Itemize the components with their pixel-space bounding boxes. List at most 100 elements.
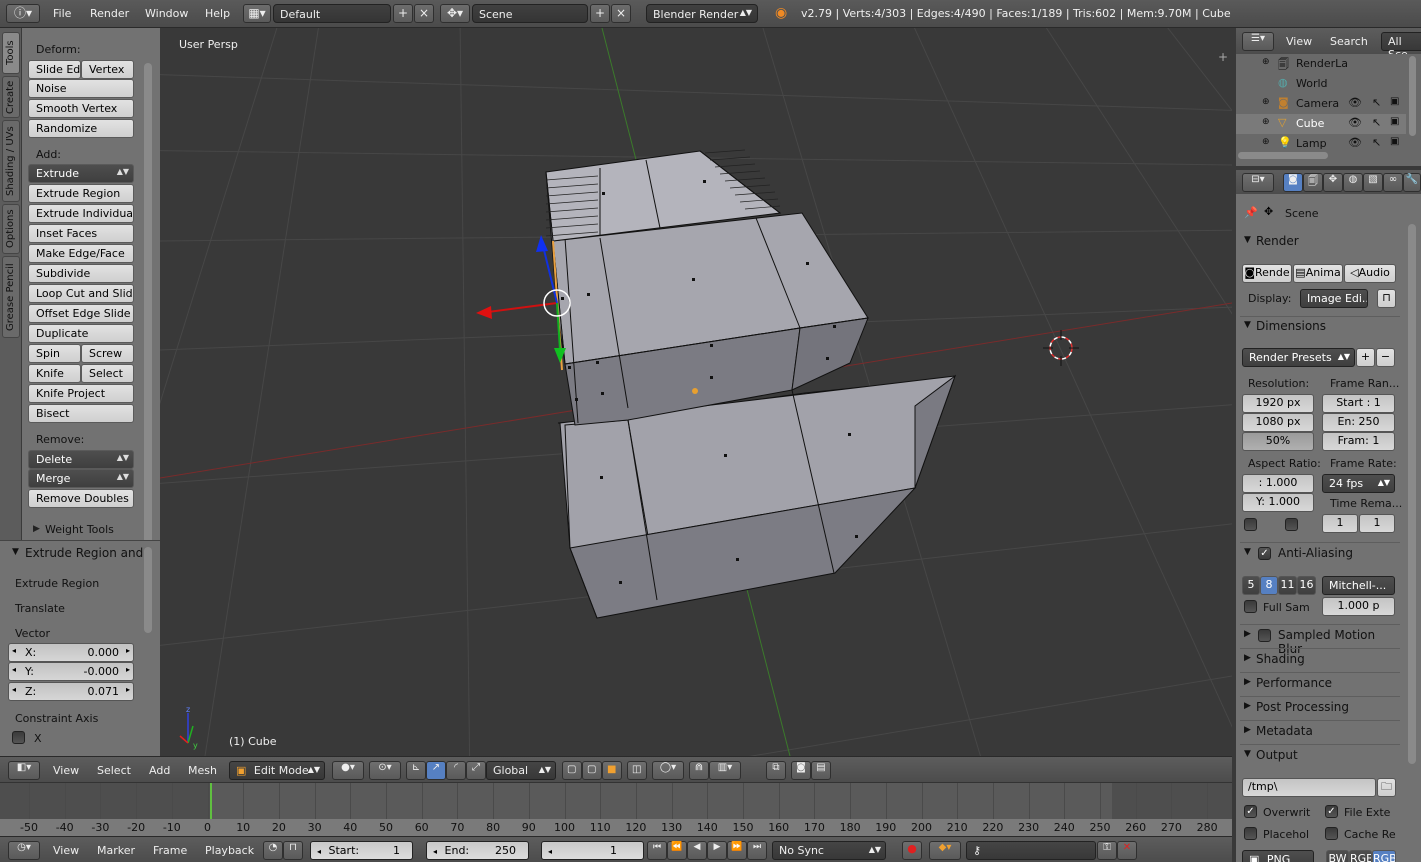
menu-frame[interactable]: Frame bbox=[153, 844, 187, 857]
face-select-mode-button[interactable]: ■ bbox=[602, 761, 622, 780]
weight-tools-panel[interactable]: Weight Tools bbox=[45, 523, 114, 536]
editor-type-button[interactable]: ◷▾ bbox=[8, 841, 40, 860]
render-panel-header[interactable]: ▼ Render bbox=[1240, 231, 1398, 253]
region-plus-icon[interactable]: + bbox=[1218, 50, 1228, 64]
randomize-button[interactable]: Randomize bbox=[28, 119, 134, 138]
menu-render[interactable]: Render bbox=[90, 7, 129, 20]
menu-window[interactable]: Window bbox=[145, 7, 188, 20]
browse-folder-button[interactable]: 🗀 bbox=[1377, 778, 1396, 797]
expand-icon[interactable]: ⊕ bbox=[1262, 97, 1270, 107]
outliner-row-world[interactable]: ◍ World bbox=[1236, 74, 1406, 94]
menu-playback[interactable]: Playback bbox=[205, 844, 254, 857]
timeline-editor[interactable]: -50 -40 -30 -20 -10 0 10 20 30 40 50 60 70 80 90 100 110… bbox=[0, 782, 1232, 837]
motion-blur-checkbox[interactable] bbox=[1258, 629, 1271, 642]
resolution-y-field[interactable]: 1080 px bbox=[1242, 413, 1314, 432]
uv-transform-button[interactable]: ⧉ bbox=[766, 761, 786, 780]
jump-start-button[interactable]: ⏮ bbox=[647, 841, 667, 860]
remove-doubles-button[interactable]: Remove Doubles bbox=[28, 489, 134, 508]
frame-step-field[interactable]: Fram: 1 bbox=[1322, 432, 1395, 451]
outliner-row-camera[interactable]: ⊕ ◙ Camera 👁 ↖ ▣ bbox=[1236, 94, 1406, 114]
output-panel-header[interactable]: ▼ Output bbox=[1240, 745, 1398, 767]
noise-button[interactable]: Noise bbox=[28, 79, 134, 98]
3d-viewport[interactable]: z y User Persp (1) Cube + bbox=[160, 28, 1232, 756]
subdivide-button[interactable]: Subdivide bbox=[28, 264, 134, 283]
tab-scene[interactable]: ✥ bbox=[1323, 173, 1343, 192]
tab-create[interactable]: Create bbox=[2, 76, 20, 118]
jump-end-button[interactable]: ⏭ bbox=[747, 841, 767, 860]
orientation-dropdown[interactable]: Global ▲▼ bbox=[486, 761, 556, 780]
menu-help[interactable]: Help bbox=[205, 7, 230, 20]
editor-type-button[interactable]: ⓘ▾ bbox=[6, 4, 40, 23]
delete-dropdown[interactable]: Delete ▲▼ bbox=[28, 450, 134, 469]
remove-scene-button[interactable]: × bbox=[611, 4, 631, 23]
tab-render[interactable]: ◙ bbox=[1283, 173, 1303, 192]
output-path-field[interactable]: /tmp\ bbox=[1242, 778, 1376, 797]
inset-faces-button[interactable]: Inset Faces bbox=[28, 224, 134, 243]
collapse-triangle-icon[interactable]: ▼ bbox=[12, 547, 19, 557]
outliner-row-cube[interactable]: ⊕ ▽ Cube 👁 ↖ ▣ bbox=[1236, 114, 1406, 134]
layout-selector-button[interactable]: ▦▾ bbox=[243, 4, 271, 23]
frame-rate-dropdown[interactable]: 24 fps ▲▼ bbox=[1322, 474, 1395, 493]
play-button[interactable]: ▶ bbox=[707, 841, 727, 860]
preview-range-button[interactable]: ◔ bbox=[263, 841, 283, 860]
operator-title[interactable]: Extrude Region and bbox=[25, 546, 143, 560]
render-camera-icon[interactable]: ▣ bbox=[1390, 96, 1399, 107]
remove-preset-button[interactable]: − bbox=[1376, 348, 1395, 367]
merge-dropdown[interactable]: Merge ▲▼ bbox=[28, 469, 134, 488]
menu-add[interactable]: Add bbox=[149, 764, 170, 777]
add-scene-button[interactable]: + bbox=[590, 4, 610, 23]
slide-vertex-button[interactable]: Vertex bbox=[81, 60, 134, 79]
layout-name-field[interactable]: Default bbox=[273, 4, 391, 23]
tab-options[interactable]: Options bbox=[2, 204, 20, 254]
tab-tools[interactable]: Tools bbox=[2, 32, 20, 74]
pin-icon[interactable]: 📌 bbox=[1244, 206, 1258, 219]
outliner-row-renderlayers[interactable]: ⊕ 🗐 RenderLa bbox=[1236, 54, 1406, 74]
tab-shading-uvs[interactable]: Shading / UVs bbox=[2, 120, 20, 202]
expand-icon[interactable]: ⊕ bbox=[1262, 57, 1270, 67]
knife-project-button[interactable]: Knife Project bbox=[28, 384, 134, 403]
outliner-vscrollbar[interactable] bbox=[1409, 56, 1416, 136]
full-sample-checkbox[interactable] bbox=[1244, 600, 1257, 613]
active-keying-set-field[interactable]: ⚷ bbox=[966, 841, 1096, 860]
color-rgba-button[interactable]: RGB bbox=[1372, 850, 1396, 862]
extrude-individual-button[interactable]: Extrude Individual bbox=[28, 204, 134, 223]
tab-modifiers[interactable]: 🔧 bbox=[1403, 173, 1421, 192]
scene-selector-button[interactable]: ✥▾ bbox=[440, 4, 470, 23]
aa-samples-5[interactable]: 5 bbox=[1242, 576, 1260, 595]
start-frame-field[interactable]: ◂ Start: 1 bbox=[310, 841, 413, 860]
aa-filter-size-field[interactable]: 1.000 p bbox=[1322, 597, 1395, 616]
eye-icon[interactable]: 👁 bbox=[1348, 136, 1362, 149]
performance-panel-header[interactable]: ▶ Performance bbox=[1240, 673, 1398, 695]
screw-button[interactable]: Screw bbox=[81, 344, 134, 363]
display-dropdown[interactable]: Image Edi... bbox=[1300, 289, 1368, 308]
operator-scrollbar[interactable] bbox=[144, 547, 152, 633]
menu-mesh[interactable]: Mesh bbox=[188, 764, 217, 777]
knife-button[interactable]: Knife bbox=[28, 364, 81, 383]
vector-x-field[interactable]: ◂ X: 0.000 ▸ bbox=[8, 643, 134, 662]
keying-set-dropdown[interactable]: ◆▾ bbox=[929, 841, 961, 860]
slide-edge-button[interactable]: Slide Ed bbox=[28, 60, 81, 79]
expand-icon[interactable]: ⊕ bbox=[1262, 137, 1270, 147]
auto-keying-button[interactable]: ● bbox=[902, 841, 922, 860]
eye-icon[interactable]: 👁 bbox=[1348, 116, 1362, 129]
render-anim-button[interactable]: ▤ bbox=[811, 761, 831, 780]
aa-filter-dropdown[interactable]: Mitchell-... bbox=[1322, 576, 1395, 595]
extrude-dropdown[interactable]: Extrude ▲▼ bbox=[28, 164, 134, 183]
edge-select-mode-button[interactable]: ▢ bbox=[582, 761, 602, 780]
add-layout-button[interactable]: + bbox=[393, 4, 413, 23]
audio-button[interactable]: ◁Audio bbox=[1344, 264, 1396, 283]
insert-keyframe-button[interactable]: ⚿ bbox=[1097, 841, 1117, 860]
crop-checkbox[interactable] bbox=[1285, 518, 1298, 531]
motion-blur-panel-header[interactable]: ▶ Sampled Motion Blur bbox=[1240, 625, 1398, 656]
editor-type-button[interactable]: ☰▾ bbox=[1242, 32, 1274, 51]
expand-icon[interactable]: ⊕ bbox=[1262, 117, 1270, 127]
aa-samples-8[interactable]: 8 bbox=[1260, 576, 1278, 595]
outliner-menu-view[interactable]: View bbox=[1286, 35, 1312, 48]
extrude-region-button[interactable]: Extrude Region bbox=[28, 184, 134, 203]
3d-cursor-icon[interactable] bbox=[1043, 330, 1079, 366]
outliner-hscrollbar[interactable] bbox=[1238, 152, 1328, 159]
color-bw-button[interactable]: BW bbox=[1326, 850, 1349, 862]
render-camera-icon[interactable]: ▣ bbox=[1390, 136, 1399, 147]
jump-keyframe-back-button[interactable]: ⏪ bbox=[667, 841, 687, 860]
time-remap-old-field[interactable]: 1 bbox=[1322, 514, 1358, 533]
